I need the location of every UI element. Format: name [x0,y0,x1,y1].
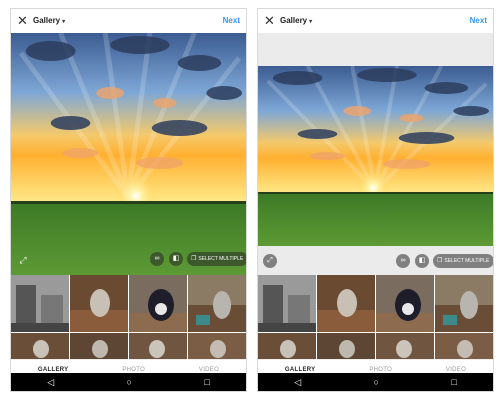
thumbnail[interactable] [317,333,375,360]
thumbnail[interactable] [435,333,493,360]
top-bar: ✕ Gallery ▾ Next [11,9,246,34]
phone-screen-left: ✕ Gallery ▾ Next ⤢ ∞ ◧ ❐ SELECT MULTIPLE… [10,8,247,392]
thumbnail[interactable] [435,275,493,332]
gallery-title-label: Gallery [33,16,61,25]
thumbnail[interactable] [129,333,187,360]
home-icon[interactable]: ○ [127,373,132,391]
phone-screen-right: ✕ Gallery ▾ Next ⤢ ∞ ◧ ❐ SELECT MULTIPLE… [257,8,494,392]
thumbnail[interactable] [129,275,187,332]
gallery-title-label: Gallery [280,16,308,25]
select-multiple-icon: ❐ [191,256,197,262]
select-multiple-label: SELECT MULTIPLE [198,256,244,262]
photo-preview[interactable]: ⤢ ∞ ◧ ❐ SELECT MULTIPLE [11,33,246,275]
recents-icon[interactable]: □ [204,373,209,391]
thumbnail[interactable] [11,275,69,332]
select-multiple-label: SELECT MULTIPLE [444,258,490,264]
home-icon[interactable]: ○ [374,373,379,391]
thumbnail[interactable] [70,275,128,332]
letterbox-bottom: ⤢ ∞ ◧ ❐ SELECT MULTIPLE [258,246,493,275]
back-icon[interactable]: ◁ [47,373,54,391]
next-button[interactable]: Next [223,16,240,25]
sunset-photo [258,66,493,246]
expand-icon[interactable]: ⤢ [16,253,30,267]
gallery-dropdown[interactable]: Gallery ▾ [280,16,312,25]
top-bar: ✕ Gallery ▾ Next [258,9,493,34]
back-icon[interactable]: ◁ [294,373,301,391]
thumbnail[interactable] [376,275,434,332]
android-nav-bar: ◁ ○ □ [258,373,493,391]
chevron-down-icon: ▾ [62,19,66,25]
thumbnail[interactable] [258,333,316,360]
thumbnail[interactable] [11,333,69,360]
letterbox-top [258,33,493,66]
thumbnail[interactable] [258,275,316,332]
layout-icon[interactable]: ◧ [415,254,429,268]
chevron-down-icon: ▾ [309,19,313,25]
boomerang-icon[interactable]: ∞ [396,254,410,268]
close-icon[interactable]: ✕ [264,12,275,30]
thumbnail[interactable] [70,333,128,360]
thumbnail[interactable] [376,333,434,360]
gallery-thumbnails [11,275,246,360]
select-multiple-button[interactable]: ❐ SELECT MULTIPLE [187,252,246,266]
expand-icon[interactable]: ⤢ [263,254,277,268]
select-multiple-button[interactable]: ❐ SELECT MULTIPLE [433,254,493,268]
layout-icon[interactable]: ◧ [169,252,183,266]
thumbnail[interactable] [317,275,375,332]
select-multiple-icon: ❐ [437,258,443,264]
gallery-thumbnails [258,275,493,360]
close-icon[interactable]: ✕ [17,12,28,30]
thumbnail[interactable] [188,333,246,360]
recents-icon[interactable]: □ [451,373,456,391]
boomerang-icon[interactable]: ∞ [150,252,164,266]
sunset-photo [11,33,246,275]
photo-preview[interactable] [258,66,493,246]
android-nav-bar: ◁ ○ □ [11,373,246,391]
thumbnail[interactable] [188,275,246,332]
gallery-dropdown[interactable]: Gallery ▾ [33,16,65,25]
next-button[interactable]: Next [470,16,487,25]
